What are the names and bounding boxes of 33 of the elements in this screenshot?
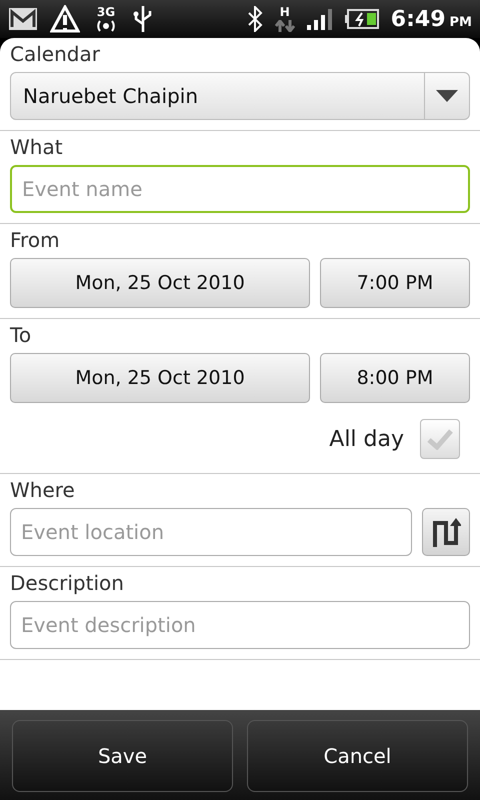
input-field[interactable]: Event description [10, 601, 470, 649]
date-button[interactable]: Mon, 25 Oct 2010 [10, 353, 310, 403]
battery-icon [344, 9, 379, 29]
input-field[interactable]: Event name [10, 165, 470, 213]
usb-icon [132, 4, 154, 34]
bluetooth-icon [246, 6, 263, 32]
network-label: 3G [96, 6, 116, 18]
field-label: From [10, 228, 61, 252]
time-button[interactable]: 8:00 PM [320, 353, 470, 403]
check-icon [426, 428, 454, 450]
mail-icon [8, 7, 38, 31]
signal-bars-icon [306, 7, 333, 31]
field-label: Description [10, 571, 125, 595]
input-field[interactable]: Event location [10, 508, 412, 556]
date-button[interactable]: Mon, 25 Oct 2010 [10, 258, 310, 308]
route-icon [431, 517, 461, 547]
all-day-label: All day [329, 426, 404, 452]
data-type-label: H [280, 6, 290, 18]
field-label: Where [10, 478, 76, 502]
field-label: Calendar [10, 42, 101, 66]
all-day-checkbox[interactable] [420, 419, 460, 459]
map-button[interactable] [422, 508, 470, 556]
caret-icon [436, 90, 458, 102]
field-label: To [10, 323, 32, 347]
clock-time: 6:49 [390, 6, 446, 32]
action-button[interactable]: Save [12, 720, 233, 792]
data-arrows-icon [274, 20, 295, 32]
calendar-dropdown[interactable]: Naruebet Chaipin [10, 72, 470, 120]
field-label: What [10, 135, 64, 159]
time-button[interactable]: 7:00 PM [320, 258, 470, 308]
warning-icon [50, 5, 80, 33]
action-button[interactable]: Cancel [247, 720, 468, 792]
clock-period: PM [450, 14, 472, 30]
